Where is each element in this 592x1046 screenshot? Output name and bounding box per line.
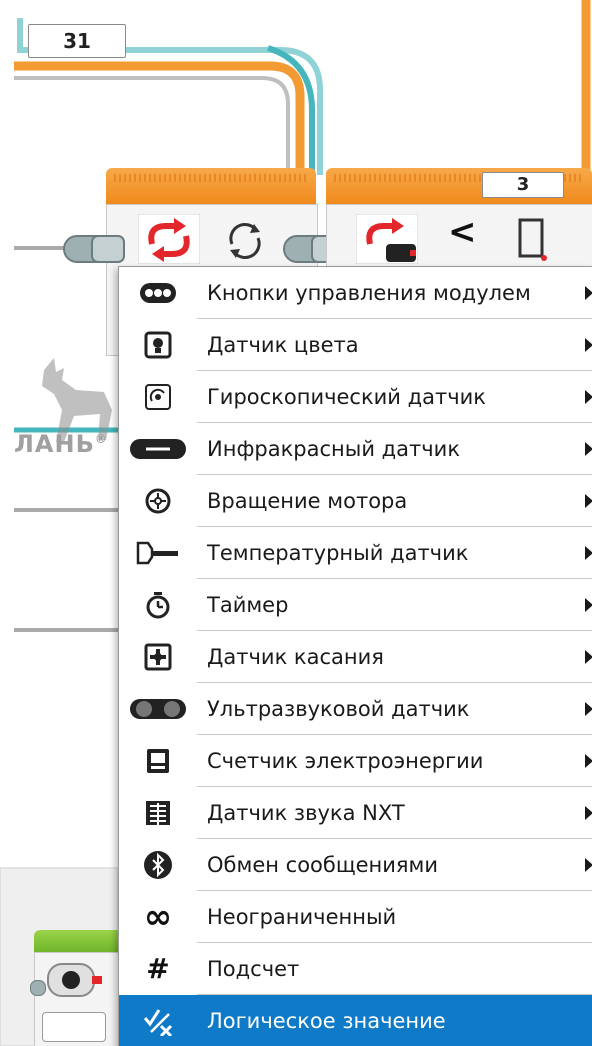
sequence-plug-in[interactable] [62,232,126,266]
lower-block-header [34,930,118,952]
color-sensor-icon [127,325,189,365]
program-canvas[interactable]: 31 3 < ЛАНЬ® Кнопки управления модулем Д… [0,0,592,1046]
submenu-arrow-icon [585,806,592,820]
menu-item-messaging[interactable]: Обмен сообщениями [119,839,592,891]
threshold-input-icon[interactable] [514,216,554,264]
menu-item-label: Датчик цвета [207,333,359,357]
submenu-arrow-icon [585,442,592,456]
menu-item-label: Таймер [207,593,289,617]
brick-buttons-icon [127,273,189,313]
submenu-arrow-icon [585,754,592,768]
submenu-arrow-icon [585,650,592,664]
menu-item-nxt-sound-sensor[interactable]: Датчик звука NXT [119,787,592,839]
lower-block-input[interactable] [42,1012,106,1042]
submenu-arrow-icon [585,338,592,352]
menu-item-label: Кнопки управления модулем [207,281,531,305]
loop-until-icon [356,214,418,264]
submenu-arrow-icon [585,546,592,560]
logic-value-icon [127,1001,189,1041]
menu-item-ultrasonic-sensor[interactable]: Ультразвуковой датчик [119,683,592,735]
loop-icon [138,214,200,264]
energy-meter-icon [127,741,189,781]
menu-item-brick-buttons[interactable]: Кнопки управления модулем [119,267,592,319]
menu-item-motor-rotation[interactable]: Вращение мотора [119,475,592,527]
count-hash-icon: # [146,952,170,985]
submenu-arrow-icon [585,390,592,404]
motor-rotation-icon [127,481,189,521]
touch-sensor-icon [127,637,189,677]
lower-block-icon [47,963,102,997]
menu-item-timer[interactable]: Таймер [119,579,592,631]
menu-item-label: Датчик касания [207,645,384,669]
menu-item-unlimited[interactable]: ∞ Неограниченный [119,891,592,943]
menu-item-energy-meter[interactable]: Счетчик электроэнергии [119,735,592,787]
menu-item-infrared-sensor[interactable]: Инфракрасный датчик [119,423,592,475]
infinity-icon: ∞ [143,897,173,937]
menu-item-temperature-sensor[interactable]: Температурный датчик [119,527,592,579]
submenu-arrow-icon [585,702,592,716]
menu-item-color-sensor[interactable]: Датчик цвета [119,319,592,371]
temperature-sensor-icon [127,533,189,573]
compare-value[interactable]: 3 [482,172,564,198]
menu-item-label: Инфракрасный датчик [207,437,461,461]
submenu-arrow-icon [585,286,592,300]
submenu-arrow-icon [585,858,592,872]
submenu-arrow-icon [585,494,592,508]
menu-item-gyro-sensor[interactable]: Гироскопический датчик [119,371,592,423]
menu-item-label: Датчик звука NXT [207,801,405,825]
ultrasonic-sensor-icon [127,689,189,729]
menu-item-label: Вращение мотора [207,489,408,513]
loop-block-header [106,168,316,204]
menu-item-label: Неограниченный [207,905,397,929]
menu-item-label: Температурный датчик [207,541,469,565]
lower-block-plug[interactable] [30,980,46,996]
rotate-mode-icon[interactable] [222,218,268,264]
gyro-sensor-icon [127,377,189,417]
timer-icon [127,585,189,625]
menu-item-label: Логическое значение [207,1009,446,1033]
infrared-sensor-icon [127,429,189,469]
sensor-mode-menu: Кнопки управления модулем Датчик цвета Г… [118,266,592,1046]
menu-item-label: Ультразвуковой датчик [207,697,470,721]
menu-item-touch-sensor[interactable]: Датчик касания [119,631,592,683]
menu-item-label: Подсчет [207,957,300,981]
compare-operator[interactable]: < [448,212,477,252]
menu-item-label: Счетчик электроэнергии [207,749,484,773]
nxt-sound-sensor-icon [127,793,189,833]
watermark-text: ЛАНЬ® [14,430,108,458]
menu-item-logic-value[interactable]: Логическое значение [119,995,592,1046]
menu-item-label: Гироскопический датчик [207,385,486,409]
loop-count-value[interactable]: 31 [28,24,126,58]
submenu-arrow-icon [585,598,592,612]
menu-item-label: Обмен сообщениями [207,853,439,877]
bluetooth-messaging-icon [127,845,189,885]
menu-item-count[interactable]: # Подсчет [119,943,592,995]
